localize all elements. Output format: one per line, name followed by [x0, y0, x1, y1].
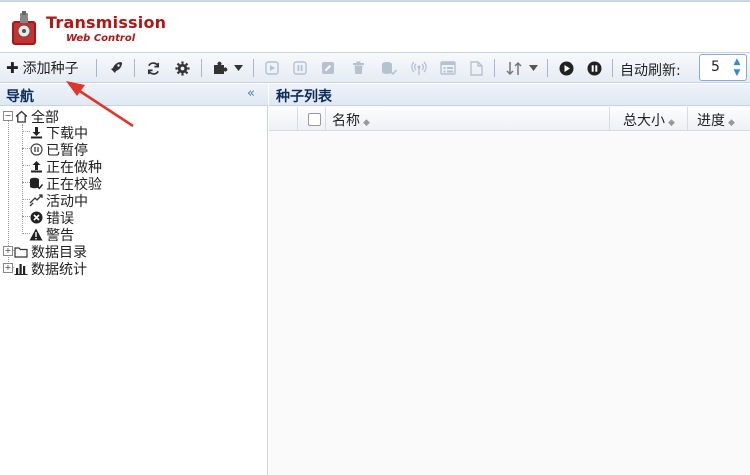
tree-line: [22, 124, 23, 234]
plugin-menu-button[interactable]: [209, 58, 245, 78]
tree-item-warning[interactable]: 警告: [29, 226, 74, 244]
column-separator: [297, 107, 298, 131]
recheck-torrent-icon[interactable]: [378, 58, 400, 78]
column-name[interactable]: 名称 ◆: [332, 110, 370, 130]
caret-down-icon: [233, 65, 243, 71]
tree-expand-toggle[interactable]: +: [3, 246, 13, 256]
tree-item-checking[interactable]: 正在校验: [29, 175, 102, 193]
navigation-title: 导航: [6, 89, 34, 105]
column-progress-label: 进度: [697, 113, 725, 129]
app-title: Transmission: [46, 13, 167, 32]
auto-refresh-spinner[interactable]: 5 ▲ ▼: [699, 54, 747, 81]
edit-torrent-icon[interactable]: [318, 58, 338, 78]
auto-refresh-label: 自动刷新:: [620, 63, 681, 79]
toolbar-separator: [134, 59, 135, 77]
sort-icon: ◆: [728, 118, 735, 128]
caret-down-icon: [529, 65, 538, 71]
home-icon: [14, 110, 28, 124]
sort-arrows-icon: [506, 61, 522, 75]
change-location-icon[interactable]: [466, 58, 486, 78]
toolbar-separator: [201, 59, 202, 77]
toolbar-separator: [494, 59, 495, 77]
torrent-table-header: 名称 ◆ 总大小 ◆ 进度 ◆: [269, 107, 750, 131]
toolbar-separator: [253, 59, 254, 77]
tree-item-seeding[interactable]: 正在做种: [29, 158, 102, 176]
sort-icon: ◆: [363, 118, 370, 128]
tree-item-active[interactable]: 活动中: [29, 192, 88, 210]
toolbar: ✚ 添加种子 自动刷新:: [0, 52, 750, 83]
tree-item-label: 数据统计: [31, 261, 87, 278]
folder-icon: [14, 245, 28, 259]
tree-expand-toggle[interactable]: +: [3, 263, 13, 273]
chevron-up-icon[interactable]: ▲: [732, 57, 742, 67]
tree-line: [8, 120, 9, 266]
start-all-icon[interactable]: [556, 58, 576, 78]
sort-icon: ◆: [668, 118, 675, 128]
upload-icon: [29, 160, 43, 174]
tree-item-paused[interactable]: 已暂停: [29, 141, 88, 159]
column-separator: [325, 107, 326, 131]
torrent-list-header: 种子列表: [269, 84, 750, 106]
auto-refresh-value[interactable]: 5: [711, 59, 720, 75]
app-subtitle: Web Control: [66, 33, 136, 44]
exchange-icon: [29, 194, 43, 208]
reannounce-icon[interactable]: [408, 58, 430, 78]
column-name-label: 名称: [332, 113, 360, 129]
tree-item-error[interactable]: 错误: [29, 209, 74, 227]
tree-item-data-folders[interactable]: 数据目录: [14, 243, 87, 261]
pause-torrent-icon[interactable]: [290, 58, 310, 78]
trash-icon[interactable]: [348, 58, 368, 78]
tree-item-downloading[interactable]: 下载中: [29, 124, 88, 142]
tree-collapse-toggle[interactable]: −: [3, 111, 13, 121]
pause-circle-icon: [29, 143, 43, 157]
pause-all-icon[interactable]: [584, 58, 604, 78]
navigation-header: 导航 «: [0, 84, 268, 106]
chevron-down-icon[interactable]: ▼: [732, 68, 742, 78]
select-all-checkbox[interactable]: [308, 113, 321, 126]
start-all-rocket-icon[interactable]: [106, 58, 126, 78]
column-separator: [687, 107, 688, 131]
download-icon: [29, 126, 43, 140]
torrent-attributes-icon[interactable]: [437, 58, 459, 78]
puzzle-icon: [213, 61, 227, 74]
column-separator: [609, 107, 610, 131]
column-size[interactable]: 总大小 ◆: [623, 110, 675, 130]
toolbar-separator: [96, 59, 97, 77]
torrent-list-panel: 种子列表 名称 ◆ 总大小 ◆ 进度 ◆: [269, 84, 750, 475]
app-header: Transmission Web Control: [0, 2, 750, 50]
speed-limit-menu-button[interactable]: [502, 58, 542, 78]
warning-icon: [29, 228, 43, 242]
bar-chart-icon: [14, 262, 28, 276]
database-check-icon: [29, 177, 43, 191]
add-torrent-label: 添加种子: [22, 61, 79, 77]
start-torrent-icon[interactable]: [262, 58, 282, 78]
toolbar-separator: [612, 59, 613, 77]
column-size-label: 总大小: [623, 113, 665, 129]
refresh-icon[interactable]: [143, 58, 163, 78]
add-torrent-button[interactable]: ✚ 添加种子: [6, 58, 88, 78]
plus-icon: ✚: [6, 59, 19, 77]
error-circle-icon: [29, 211, 43, 225]
tree-item-statistics[interactable]: 数据统计: [14, 260, 87, 278]
gear-icon[interactable]: [172, 58, 192, 78]
toolbar-separator: [547, 59, 548, 77]
transmission-logo-icon: [12, 11, 36, 45]
torrent-list-title: 种子列表: [276, 89, 332, 105]
column-progress[interactable]: 进度 ◆: [697, 110, 735, 130]
collapse-panel-icon[interactable]: «: [247, 86, 255, 101]
navigation-panel: 导航 « − 全部 下载中 已暂停 正在做种 正在校验 活动中 错误 警告 + …: [0, 84, 268, 475]
